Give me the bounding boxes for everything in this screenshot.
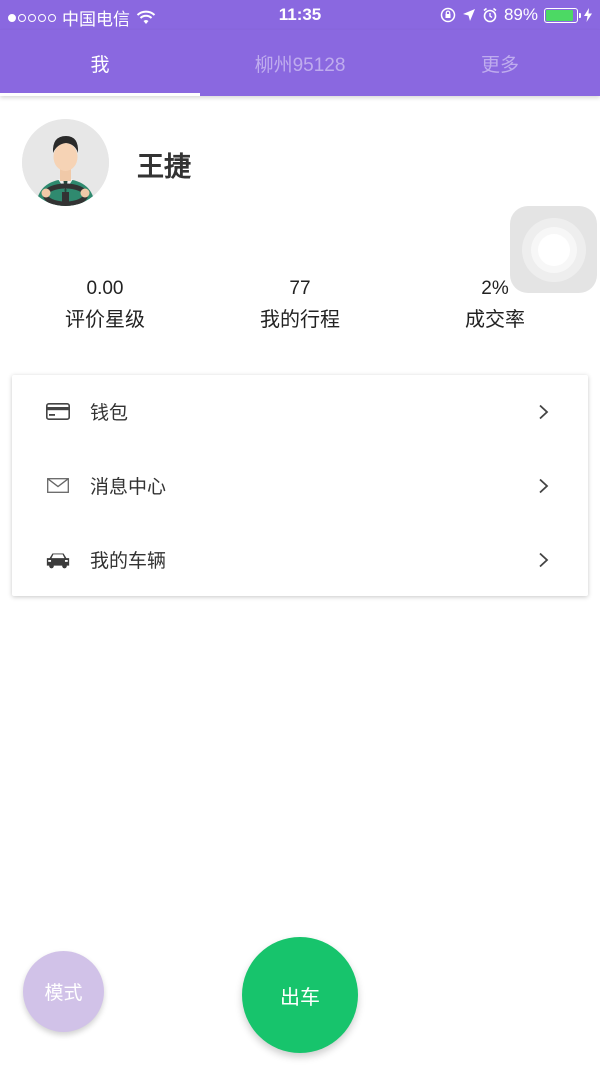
driver-avatar-icon bbox=[22, 119, 109, 206]
stat-conversion[interactable]: 2% 成交率 bbox=[395, 278, 595, 332]
go-online-button[interactable]: 出车 bbox=[242, 937, 358, 1053]
battery-icon bbox=[544, 7, 581, 23]
rotation-lock-icon bbox=[440, 7, 456, 23]
chevron-right-icon bbox=[539, 478, 549, 493]
menu-card: 钱包 消息中心 我的车辆 bbox=[12, 375, 588, 596]
alarm-icon bbox=[483, 7, 497, 23]
stat-trips[interactable]: 77 我的行程 bbox=[200, 278, 400, 332]
chevron-right-icon bbox=[539, 404, 549, 419]
menu-item-wallet[interactable]: 钱包 bbox=[12, 375, 588, 448]
menu-item-messages[interactable]: 消息中心 bbox=[12, 449, 588, 522]
stat-conversion-label: 成交率 bbox=[465, 309, 525, 331]
location-arrow-icon bbox=[462, 9, 475, 21]
tab-more[interactable]: 更多 bbox=[400, 30, 600, 96]
car-icon bbox=[45, 550, 71, 570]
stat-rating[interactable]: 0.00 评价星级 bbox=[5, 278, 205, 332]
menu-label-wallet: 钱包 bbox=[90, 403, 129, 424]
tab-liuzhou-95128[interactable]: 柳州95128 bbox=[200, 30, 400, 96]
battery-percent: 89% bbox=[503, 5, 538, 24]
menu-item-vehicles[interactable]: 我的车辆 bbox=[12, 523, 588, 596]
status-bar: 中国电信 11:35 89% bbox=[0, 0, 600, 30]
menu-label-vehicles: 我的车辆 bbox=[90, 551, 167, 572]
stat-conversion-value: 2% bbox=[481, 278, 509, 299]
status-right: 89% bbox=[440, 5, 592, 25]
mode-button[interactable]: 模式 bbox=[23, 951, 104, 1032]
stat-trips-value: 77 bbox=[289, 278, 311, 299]
envelope-icon bbox=[45, 476, 71, 496]
charging-bolt-icon bbox=[584, 8, 592, 22]
credit-card-icon bbox=[45, 402, 71, 422]
tab-bar: 我 柳州95128 更多 bbox=[0, 30, 600, 96]
user-name: 王捷 bbox=[137, 152, 191, 182]
chevron-right-icon bbox=[539, 552, 549, 567]
avatar[interactable] bbox=[22, 119, 109, 206]
stat-rating-label: 评价星级 bbox=[65, 309, 145, 331]
stat-trips-label: 我的行程 bbox=[260, 309, 340, 331]
tab-me[interactable]: 我 bbox=[0, 30, 200, 96]
menu-label-messages: 消息中心 bbox=[90, 477, 167, 498]
stat-rating-value: 0.00 bbox=[86, 278, 124, 299]
